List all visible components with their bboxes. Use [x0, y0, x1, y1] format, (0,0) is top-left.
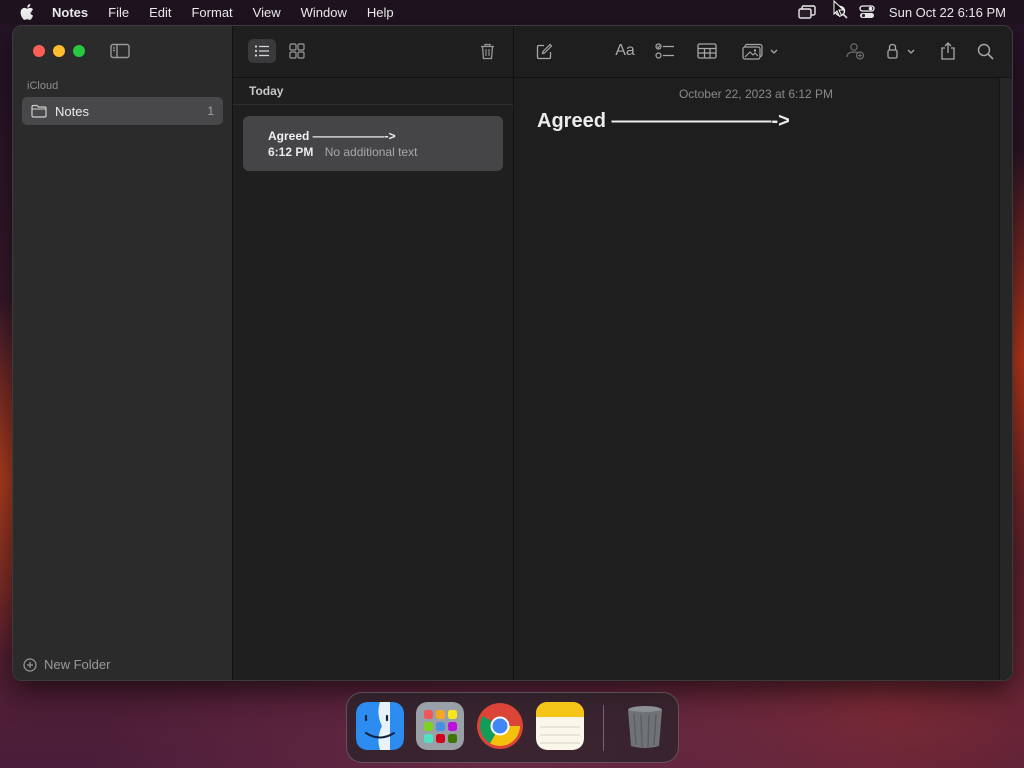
collaborate-button[interactable] — [844, 40, 866, 62]
menu-format[interactable]: Format — [191, 5, 232, 20]
editor-toolbar: Aa — [514, 26, 1012, 78]
menu-bar-clock[interactable]: Sun Oct 22 6:16 PM — [889, 5, 1006, 20]
new-folder-label: New Folder — [44, 657, 111, 672]
note-list-pane: Today Agreed ——————-> 6:12 PM No additio… — [233, 26, 514, 680]
format-text-icon: Aa — [615, 42, 635, 59]
menu-app-notes[interactable]: Notes — [52, 5, 88, 20]
compose-icon — [536, 43, 552, 59]
minimize-button[interactable] — [53, 45, 65, 57]
table-icon — [697, 43, 717, 59]
list-view-icon — [254, 45, 269, 57]
editor-scrollbar[interactable] — [999, 78, 1012, 680]
apple-icon[interactable] — [18, 3, 36, 21]
compose-button[interactable] — [533, 40, 555, 62]
format-text-button[interactable]: Aa — [613, 40, 637, 62]
share-button[interactable] — [938, 40, 958, 62]
note-list-toolbar — [233, 26, 513, 78]
sidebar-item-notes[interactable]: Notes 1 — [22, 97, 223, 125]
trash-icon — [480, 43, 494, 59]
gallery-view-icon — [289, 43, 305, 59]
group-header-today: Today — [249, 84, 284, 98]
note-date: October 22, 2023 at 6:12 PM — [678, 87, 834, 101]
lock-button[interactable] — [886, 40, 920, 62]
close-button[interactable] — [33, 45, 45, 57]
dock — [346, 692, 679, 763]
plus-circle-icon — [23, 657, 37, 672]
menu-edit[interactable]: Edit — [149, 5, 171, 20]
note-editor: Aa October 22, 2023 at 6:12 PM Agreed ——… — [514, 26, 1012, 680]
search-icon — [977, 43, 994, 60]
divider — [233, 104, 513, 105]
control-center-icon[interactable] — [857, 4, 877, 20]
dock-notes-icon[interactable] — [536, 702, 584, 750]
sidebar-item-label: Notes — [55, 103, 89, 119]
checklist-icon — [655, 42, 674, 59]
search-button[interactable] — [975, 40, 995, 62]
note-list-item-preview: No additional text — [324, 145, 418, 159]
notes-window: iCloud Notes 1 New Folder Today Agreed —… — [12, 25, 1013, 681]
checklist-button[interactable] — [654, 40, 676, 62]
icloud-section-label: iCloud — [27, 80, 59, 92]
dock-separator — [603, 705, 604, 751]
folder-note-count: 1 — [207, 104, 214, 118]
dock-chrome-icon[interactable] — [476, 702, 524, 750]
new-folder-button[interactable]: New Folder — [23, 657, 110, 672]
lock-icon — [887, 43, 915, 59]
window-controls — [33, 45, 93, 57]
note-list-item-meta: 6:12 PM No additional text — [268, 145, 417, 159]
sidebar-toggle-icon[interactable] — [110, 43, 130, 59]
zoom-button[interactable] — [73, 45, 85, 57]
menu-view[interactable]: View — [253, 5, 281, 20]
menu-help[interactable]: Help — [367, 5, 394, 20]
sidebar: iCloud Notes 1 New Folder — [13, 26, 233, 680]
note-list-item[interactable]: Agreed ——————-> 6:12 PM No additional te… — [243, 116, 503, 171]
table-button[interactable] — [696, 40, 718, 62]
menu-bar: Notes File Edit Format View Window Help … — [0, 0, 1024, 24]
collaborate-icon — [846, 43, 865, 60]
gallery-view-button[interactable] — [283, 39, 311, 63]
menu-file[interactable]: File — [108, 5, 129, 20]
delete-note-button[interactable] — [474, 39, 500, 63]
note-body-title[interactable]: Agreed ————————-> — [537, 110, 790, 133]
note-list-item-time: 6:12 PM — [268, 145, 314, 159]
media-icon — [742, 43, 778, 60]
media-button[interactable] — [741, 40, 783, 62]
mouse-cursor-icon — [833, 0, 845, 18]
dock-trash-icon[interactable] — [621, 702, 669, 750]
screen-mirroring-icon[interactable] — [797, 4, 817, 20]
dock-finder-icon[interactable] — [356, 702, 404, 750]
share-icon — [941, 42, 955, 60]
menu-window[interactable]: Window — [301, 5, 347, 20]
list-view-button[interactable] — [248, 39, 276, 63]
note-list-item-title: Agreed ——————-> — [268, 129, 396, 143]
folder-icon — [31, 104, 47, 118]
dock-launchpad-icon[interactable] — [416, 702, 464, 750]
